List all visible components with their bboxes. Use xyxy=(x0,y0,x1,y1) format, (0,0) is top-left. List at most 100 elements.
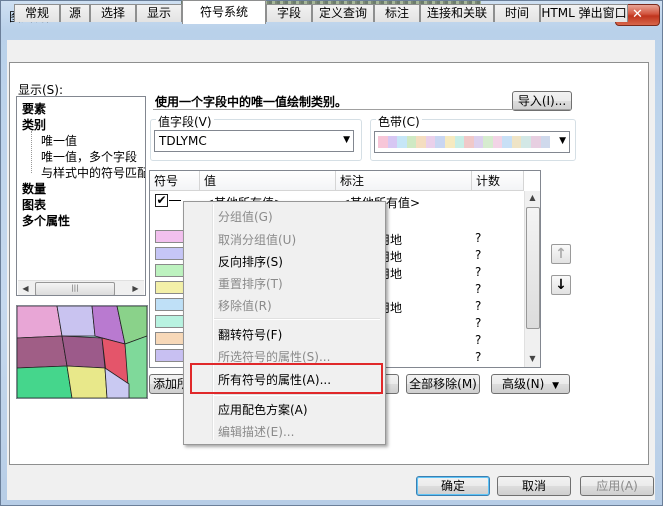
symbol-swatch[interactable] xyxy=(155,230,185,243)
color-ramp-swatch xyxy=(464,136,474,148)
color-ramp-swatch xyxy=(406,136,417,148)
remove-all-button[interactable]: 全部移除(M) xyxy=(406,374,480,394)
color-ramp-select[interactable]: ▼ xyxy=(374,131,570,153)
color-ramp-swatch xyxy=(454,136,465,148)
symbol-swatch[interactable] xyxy=(155,332,185,345)
tab-definition-query[interactable]: 定义查询 xyxy=(312,4,374,22)
tab-labels[interactable]: 标注 xyxy=(374,4,420,22)
value-field-label: 值字段(V) xyxy=(156,113,214,130)
tab-selection[interactable]: 选择 xyxy=(90,4,136,22)
value-field-value: TDLYMC xyxy=(159,134,207,148)
menu-item-reverse-sort[interactable]: 反向排序(S) xyxy=(218,253,283,270)
color-ramp-swatch xyxy=(387,136,398,148)
table-cell-count: ? xyxy=(475,282,482,296)
tree-item-features[interactable]: 要素 xyxy=(22,100,46,117)
table-vscrollbar[interactable]: ▲ ▼ xyxy=(524,191,540,367)
tab-fields[interactable]: 字段 xyxy=(266,4,312,22)
tab-source[interactable]: 源 xyxy=(60,4,90,22)
column-header-count[interactable]: 计数 xyxy=(472,171,524,191)
ok-button[interactable]: 确定 xyxy=(416,476,490,496)
close-icon: ✕ xyxy=(632,7,643,22)
menu-item-ungroup-values[interactable]: 取消分组值(U) xyxy=(218,231,296,248)
tab-joins-relates[interactable]: 连接和关联 xyxy=(420,4,494,22)
color-ramp-swatch xyxy=(540,136,551,148)
scroll-down-icon[interactable]: ▼ xyxy=(525,352,540,365)
chevron-down-icon: ▼ xyxy=(552,381,560,391)
menu-item-flip-symbols[interactable]: 翻转符号(F) xyxy=(218,326,282,343)
menu-item-apply-color-scheme[interactable]: 应用配色方案(A) xyxy=(218,401,308,418)
map-svg xyxy=(17,306,147,398)
tree-item-match-style[interactable]: 与样式中的符号匹配 xyxy=(41,164,145,181)
tree-item-unique-values[interactable]: 唯一值 xyxy=(41,132,77,149)
tree-item-categories[interactable]: 类别 xyxy=(22,116,46,133)
scroll-left-icon[interactable]: ◀ xyxy=(18,282,33,295)
menu-item-edit-description[interactable]: 编辑描述(E)... xyxy=(218,423,294,440)
color-ramp-swatch xyxy=(425,136,436,148)
tab-general[interactable]: 常规 xyxy=(14,4,60,22)
tree-hscrollbar[interactable]: ◀ ||| ▶ xyxy=(18,280,144,295)
color-ramp-label: 色带(C) xyxy=(376,113,422,130)
column-header-label[interactable]: 标注 xyxy=(336,171,472,191)
scroll-right-icon[interactable]: ▶ xyxy=(128,282,143,295)
color-ramp-swatch xyxy=(416,136,426,148)
scroll-up-icon[interactable]: ▲ xyxy=(525,191,540,204)
tree-item-multiple-attributes[interactable]: 多个属性 xyxy=(22,212,70,229)
column-header-value[interactable]: 值 xyxy=(200,171,336,191)
context-menu: 分组值(G) 取消分组值(U) 反向排序(S) 重置排序(T) 移除值(R) 翻… xyxy=(183,201,386,445)
symbol-swatch[interactable] xyxy=(155,298,185,311)
color-ramp-swatch xyxy=(435,136,445,148)
preview-map-image xyxy=(16,305,148,399)
cancel-button[interactable]: 取消 xyxy=(497,476,571,496)
tab-html-popup[interactable]: HTML 弹出窗口 xyxy=(540,4,628,22)
menu-separator xyxy=(214,394,380,396)
symbol-swatch[interactable] xyxy=(155,315,185,328)
tab-time[interactable]: 时间 xyxy=(494,4,540,22)
arrow-down-icon: ↓ xyxy=(555,277,567,293)
value-field-select[interactable]: TDLYMC ▼ xyxy=(154,130,354,152)
import-button[interactable]: 导入(I)... xyxy=(512,91,572,111)
menu-item-remove-value[interactable]: 移除值(R) xyxy=(218,297,272,314)
line-symbol xyxy=(169,200,181,201)
table-cell-count: ? xyxy=(475,333,482,347)
add-all-values-button[interactable]: 添加所 xyxy=(149,374,189,394)
color-ramp-swatch xyxy=(473,136,484,148)
color-ramp-swatch xyxy=(502,136,512,148)
menu-separator xyxy=(214,318,380,320)
chevron-down-icon: ▼ xyxy=(559,136,566,146)
table-cell-count: ? xyxy=(475,299,482,313)
advanced-button[interactable]: 高级(N) ▼ xyxy=(491,374,570,394)
color-ramp-swatches xyxy=(378,136,551,148)
symbol-swatch[interactable] xyxy=(155,349,185,362)
tree-item-charts[interactable]: 图表 xyxy=(22,196,46,213)
tab-display[interactable]: 显示 xyxy=(136,4,182,22)
color-ramp-swatch xyxy=(521,136,531,148)
symbol-swatch[interactable] xyxy=(155,247,185,260)
menu-item-group-values[interactable]: 分组值(G) xyxy=(218,208,273,225)
move-up-button[interactable]: ↑ xyxy=(551,244,571,264)
tree-item-quantities[interactable]: 数量 xyxy=(22,180,46,197)
apply-button[interactable]: 应用(A) xyxy=(580,476,654,496)
color-ramp-swatch xyxy=(444,136,455,148)
color-ramp-swatch xyxy=(378,136,388,148)
show-tree: 要素 类别 唯一值 唯一值，多个字段 与样式中的符号匹配 数量 图表 多个属性 … xyxy=(16,96,146,296)
tree-item-unique-values-many-fields[interactable]: 唯一值，多个字段 xyxy=(41,148,137,165)
color-ramp-swatch xyxy=(531,136,541,148)
color-ramp-swatch xyxy=(511,136,522,148)
divider xyxy=(153,109,571,110)
table-cell-count: ? xyxy=(475,265,482,279)
table-cell-count: ? xyxy=(475,231,482,245)
move-down-button[interactable]: ↓ xyxy=(551,275,571,295)
tab-symbology[interactable]: 符号系统 xyxy=(182,0,266,24)
color-ramp-swatch xyxy=(492,136,503,148)
symbol-swatch[interactable] xyxy=(155,281,185,294)
table-cell-count: ? xyxy=(475,316,482,330)
table-cell-count: ? xyxy=(475,350,482,364)
column-header-symbol[interactable]: 符号 xyxy=(150,171,200,191)
scroll-thumb[interactable] xyxy=(526,207,540,329)
menu-item-reset-sort[interactable]: 重置排序(T) xyxy=(218,275,283,292)
checkbox-all-other-values[interactable]: ✔ xyxy=(155,194,168,207)
scroll-thumb[interactable]: ||| xyxy=(35,282,115,295)
menu-gutter xyxy=(212,204,214,440)
symbol-swatch[interactable] xyxy=(155,264,185,277)
tree-connector xyxy=(31,131,33,173)
